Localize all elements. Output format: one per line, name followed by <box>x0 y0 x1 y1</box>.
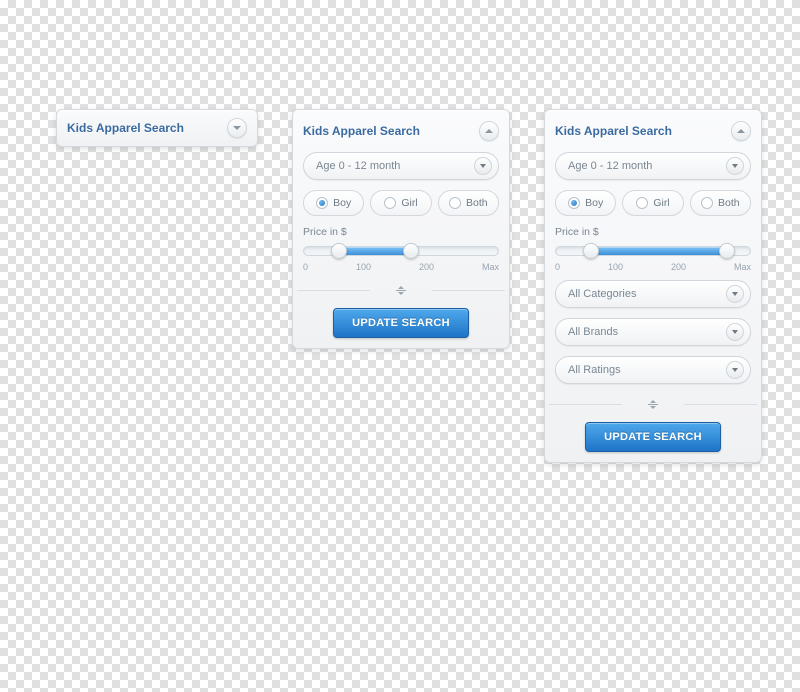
gender-girl[interactable]: Girl <box>622 190 683 216</box>
gender-both[interactable]: Both <box>438 190 499 216</box>
chevron-up-icon <box>485 129 493 133</box>
radio-icon <box>384 197 396 209</box>
chevron-down-icon <box>233 126 241 130</box>
radio-icon <box>701 197 713 209</box>
update-search-button[interactable]: UPDATE SEARCH <box>585 422 721 452</box>
panel-header: Kids Apparel Search <box>555 120 751 142</box>
panel-title: Kids Apparel Search <box>555 124 731 138</box>
brands-select[interactable]: All Brands <box>555 318 751 346</box>
slider-fill <box>339 247 411 255</box>
slider-handle-high[interactable] <box>403 243 419 259</box>
price-slider-section: Price in $ 0 100 200 Max <box>303 226 499 272</box>
price-slider[interactable] <box>555 246 751 256</box>
panel-title: Kids Apparel Search <box>303 124 479 138</box>
panel-header: Kids Apparel Search <box>303 120 499 142</box>
radio-label: Girl <box>401 197 417 209</box>
tick: 200 <box>671 262 686 272</box>
search-panel-collapsed: Kids Apparel Search <box>56 109 258 147</box>
slider-ticks: 0 100 200 Max <box>303 262 499 272</box>
collapse-button[interactable] <box>731 121 751 141</box>
price-label: Price in $ <box>555 226 751 238</box>
tick: 100 <box>608 262 623 272</box>
tick: 0 <box>303 262 308 272</box>
categories-select[interactable]: All Categories <box>555 280 751 308</box>
radio-icon <box>316 197 328 209</box>
age-select-label: Age 0 - 12 month <box>568 160 726 172</box>
grip-icon <box>642 397 664 411</box>
price-slider[interactable] <box>303 246 499 256</box>
grip-icon <box>390 283 412 297</box>
ratings-select[interactable]: All Ratings <box>555 356 751 384</box>
expand-button[interactable] <box>227 118 247 138</box>
dropdown-icon <box>726 285 744 303</box>
slider-ticks: 0 100 200 Max <box>555 262 751 272</box>
radio-icon <box>636 197 648 209</box>
dropdown-icon <box>726 323 744 341</box>
slider-fill <box>591 247 727 255</box>
radio-icon <box>568 197 580 209</box>
tick: 100 <box>356 262 371 272</box>
gender-both[interactable]: Both <box>690 190 751 216</box>
radio-label: Boy <box>333 197 351 209</box>
search-panel-full: Kids Apparel Search Age 0 - 12 month Boy… <box>544 109 762 463</box>
price-label: Price in $ <box>303 226 499 238</box>
select-label: All Ratings <box>568 364 726 376</box>
age-select[interactable]: Age 0 - 12 month <box>555 152 751 180</box>
tick: Max <box>734 262 751 272</box>
radio-label: Girl <box>653 197 669 209</box>
gender-girl[interactable]: Girl <box>370 190 431 216</box>
dropdown-icon <box>474 157 492 175</box>
gender-radio-group: Boy Girl Both <box>555 190 751 216</box>
tick: 200 <box>419 262 434 272</box>
search-panel-basic: Kids Apparel Search Age 0 - 12 month Boy… <box>292 109 510 349</box>
gender-radio-group: Boy Girl Both <box>303 190 499 216</box>
radio-label: Both <box>718 197 740 209</box>
expand-handle[interactable] <box>297 280 505 300</box>
dropdown-icon <box>726 361 744 379</box>
dropdown-icon <box>726 157 744 175</box>
price-slider-section: Price in $ 0 100 200 Max <box>555 226 751 272</box>
select-label: All Brands <box>568 326 726 338</box>
age-select[interactable]: Age 0 - 12 month <box>303 152 499 180</box>
update-search-button[interactable]: UPDATE SEARCH <box>333 308 469 338</box>
panel-title: Kids Apparel Search <box>67 121 227 135</box>
chevron-up-icon <box>737 129 745 133</box>
tick: Max <box>482 262 499 272</box>
expand-handle[interactable] <box>549 394 757 414</box>
radio-label: Both <box>466 197 488 209</box>
gender-boy[interactable]: Boy <box>555 190 616 216</box>
tick: 0 <box>555 262 560 272</box>
slider-handle-low[interactable] <box>331 243 347 259</box>
radio-icon <box>449 197 461 209</box>
gender-boy[interactable]: Boy <box>303 190 364 216</box>
slider-handle-high[interactable] <box>719 243 735 259</box>
radio-label: Boy <box>585 197 603 209</box>
collapse-button[interactable] <box>479 121 499 141</box>
slider-handle-low[interactable] <box>583 243 599 259</box>
select-label: All Categories <box>568 288 726 300</box>
age-select-label: Age 0 - 12 month <box>316 160 474 172</box>
